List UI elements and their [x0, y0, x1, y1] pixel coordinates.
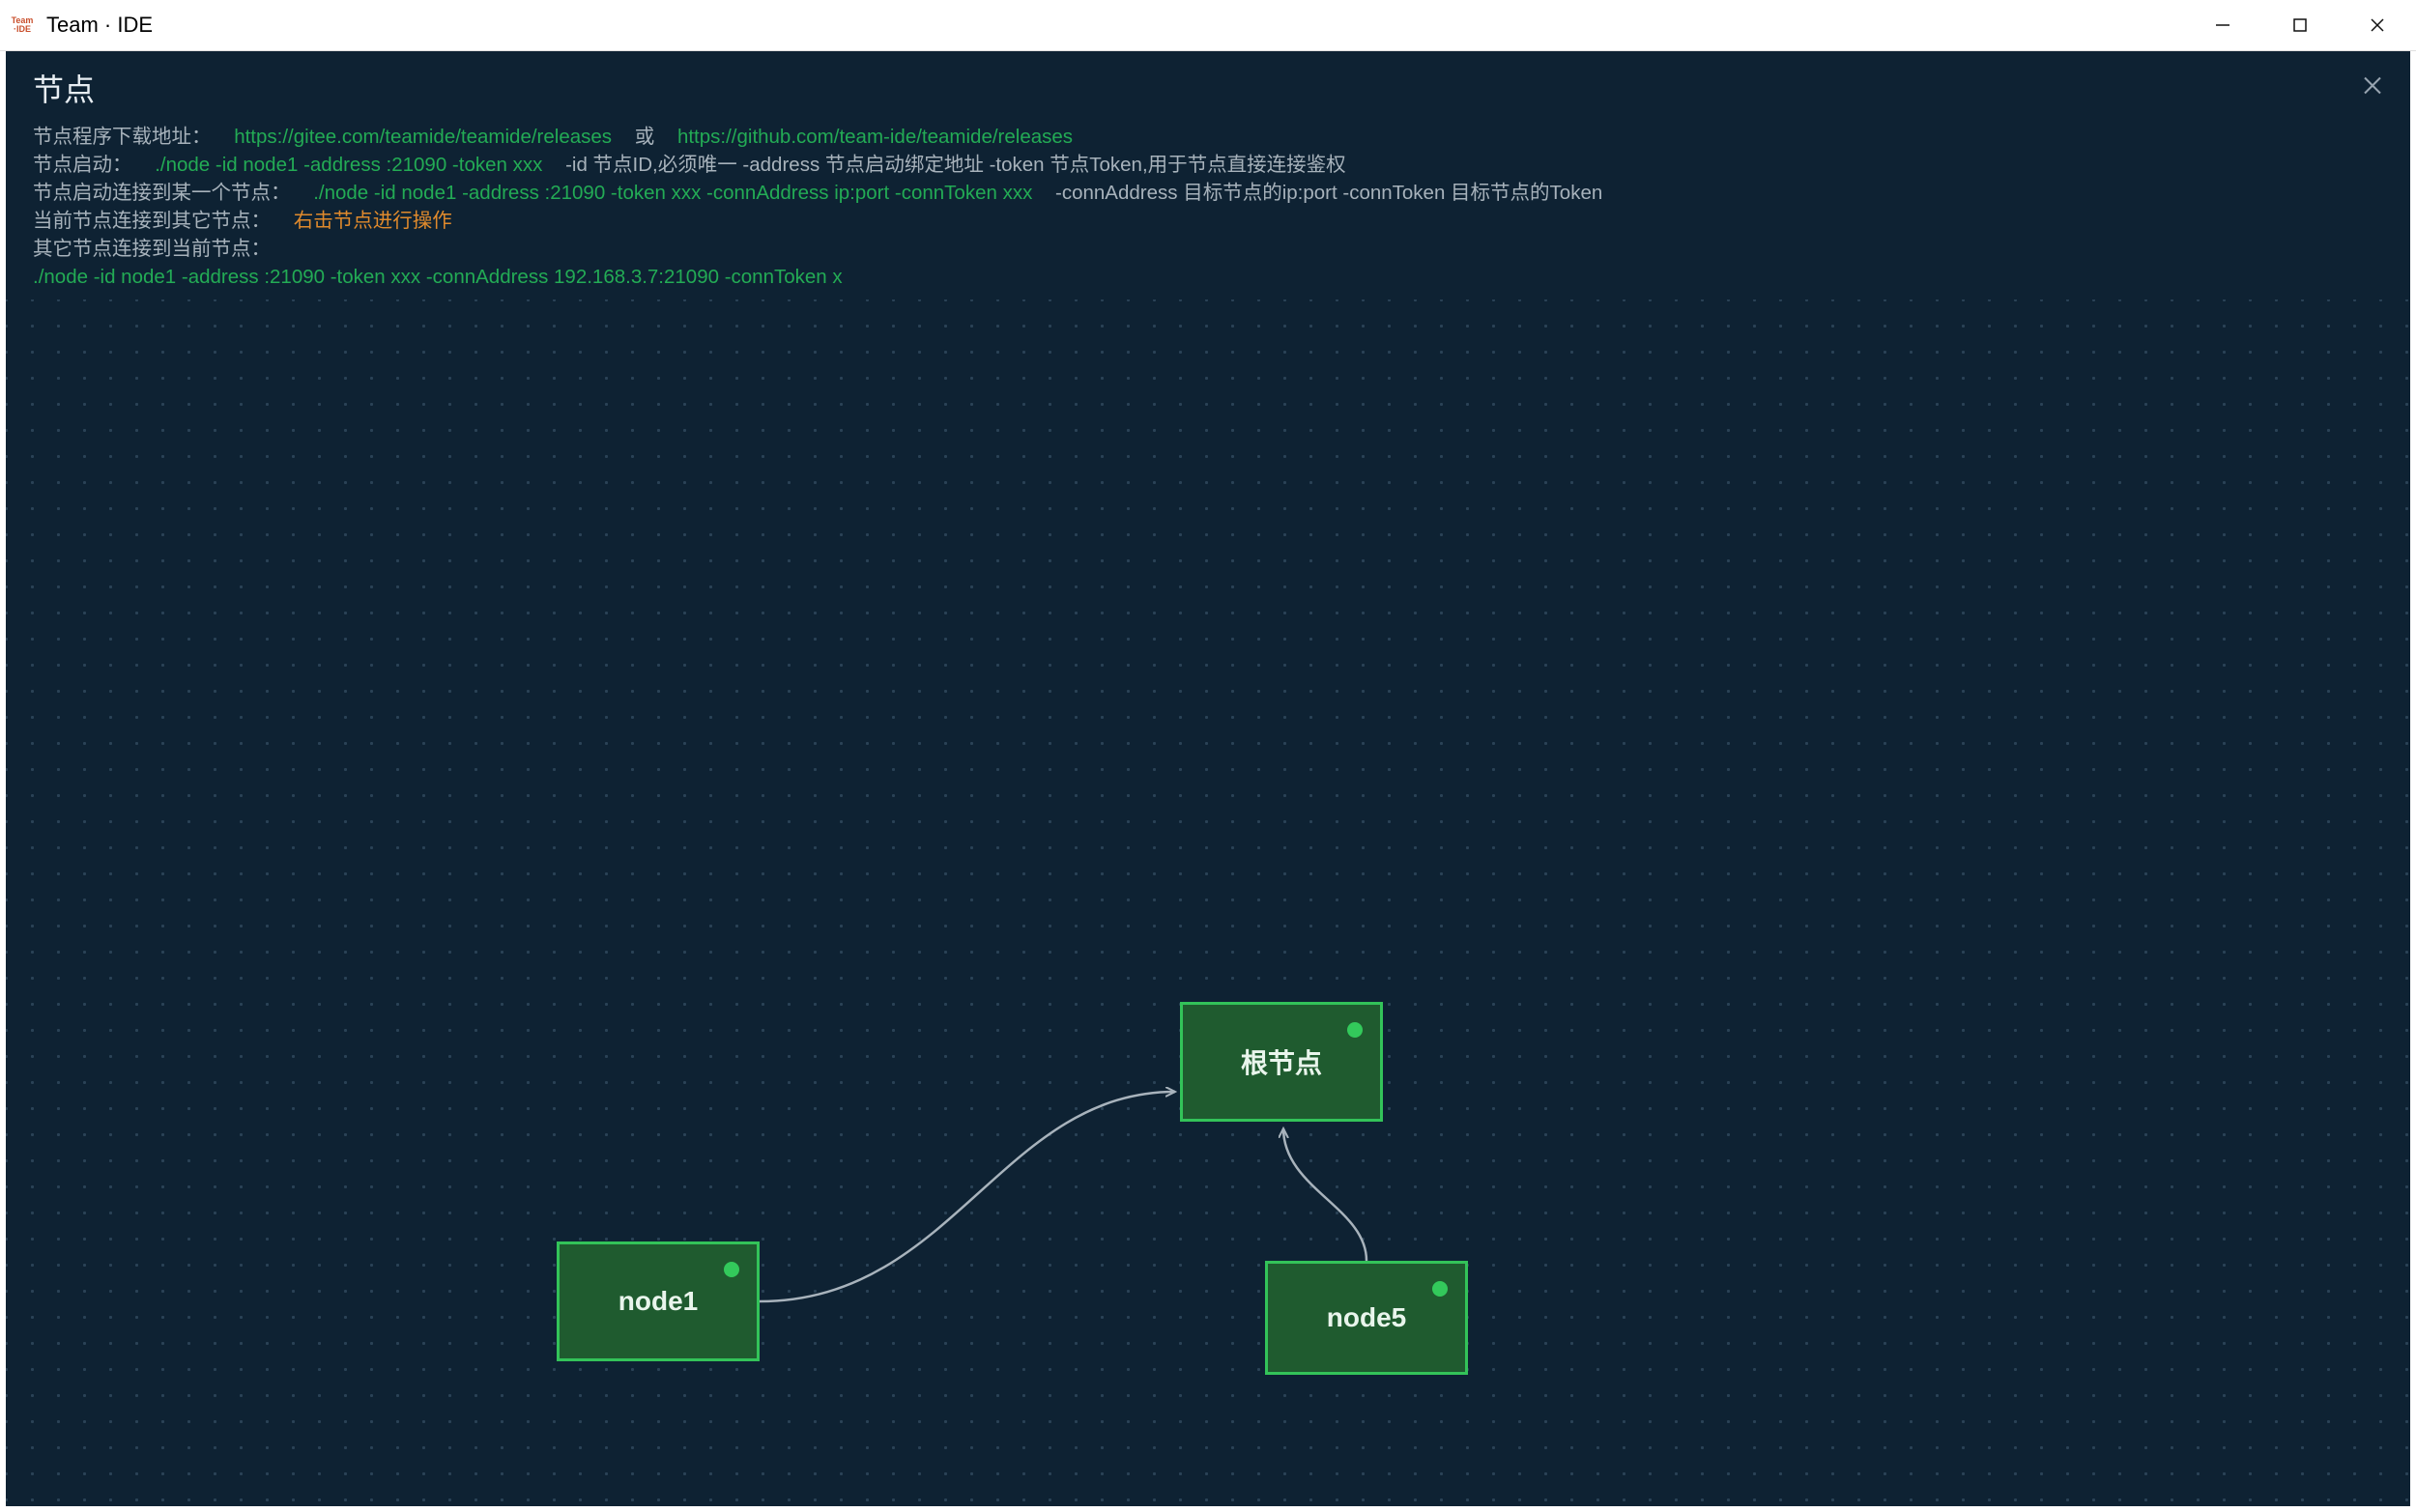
- info-row-current: 当前节点连接到其它节点： 右击节点进行操作: [33, 208, 2383, 235]
- panel-close-button[interactable]: [2362, 72, 2383, 102]
- maximize-button[interactable]: [2261, 0, 2339, 50]
- info-desc: -connAddress 目标节点的ip:port -connToken 目标节…: [1055, 182, 1602, 204]
- info-label: 节点程序下载地址：: [33, 126, 212, 148]
- info-block: 节点程序下载地址： https://gitee.com/teamide/team…: [6, 124, 2410, 300]
- info-or: 或: [635, 126, 655, 148]
- app-logo: Team·IDE: [8, 11, 37, 40]
- info-row-download: 节点程序下载地址： https://gitee.com/teamide/team…: [33, 124, 2383, 151]
- node-label: 根节点: [1241, 1042, 1322, 1081]
- info-label: 当前节点连接到其它节点：: [33, 210, 271, 232]
- minimize-button[interactable]: [2184, 0, 2261, 50]
- info-cmd: ./node -id node1 -address :21090 -token …: [313, 182, 1032, 204]
- status-dot-icon: [1347, 1022, 1363, 1038]
- node-canvas[interactable]: 根节点 node1 node5: [6, 300, 2410, 1506]
- info-cmd: ./node -id node1 -address :21090 -token …: [33, 266, 843, 288]
- edge-node5-root: [1283, 1128, 1366, 1261]
- panel-title: 节点: [33, 66, 95, 110]
- window-titlebar: Team·IDE Team · IDE: [0, 0, 2416, 51]
- info-row-other-cmd: ./node -id node1 -address :21090 -token …: [33, 264, 2383, 291]
- status-dot-icon: [1432, 1281, 1448, 1297]
- info-label: 节点启动：: [33, 154, 132, 176]
- node-label: node5: [1327, 1302, 1406, 1333]
- info-label: 其它节点连接到当前节点：: [33, 238, 271, 260]
- info-desc: -id 节点ID,必须唯一 -address 节点启动绑定地址 -token 节…: [565, 154, 1346, 176]
- info-row-start: 节点启动： ./node -id node1 -address :21090 -…: [33, 152, 2383, 179]
- edge-layer: [6, 300, 2410, 1506]
- app-logo-text: Team·IDE: [12, 16, 34, 34]
- info-cmd: ./node -id node1 -address :21090 -token …: [155, 154, 542, 176]
- node-label: node1: [618, 1286, 698, 1317]
- info-row-connect: 节点启动连接到某一个节点： ./node -id node1 -address …: [33, 180, 2383, 207]
- info-label: 节点启动连接到某一个节点：: [33, 182, 291, 204]
- window-title: Team · IDE: [46, 13, 153, 38]
- download-link-gitee[interactable]: https://gitee.com/teamide/teamide/releas…: [234, 126, 612, 148]
- window-close-button[interactable]: [2339, 0, 2416, 50]
- edge-node1-root: [760, 1092, 1175, 1301]
- panel-header: 节点: [6, 51, 2410, 124]
- graph-node-node1[interactable]: node1: [557, 1241, 760, 1361]
- graph-node-root[interactable]: 根节点: [1180, 1002, 1383, 1122]
- graph-node-node5[interactable]: node5: [1265, 1261, 1468, 1375]
- download-link-github[interactable]: https://github.com/team-ide/teamide/rele…: [677, 126, 1073, 148]
- app-area: 节点 节点程序下载地址： https://gitee.com/teamide/t…: [6, 51, 2410, 1506]
- info-hint: 右击节点进行操作: [294, 210, 452, 232]
- window-controls: [2184, 0, 2416, 50]
- status-dot-icon: [724, 1262, 739, 1277]
- info-row-other: 其它节点连接到当前节点：: [33, 236, 2383, 263]
